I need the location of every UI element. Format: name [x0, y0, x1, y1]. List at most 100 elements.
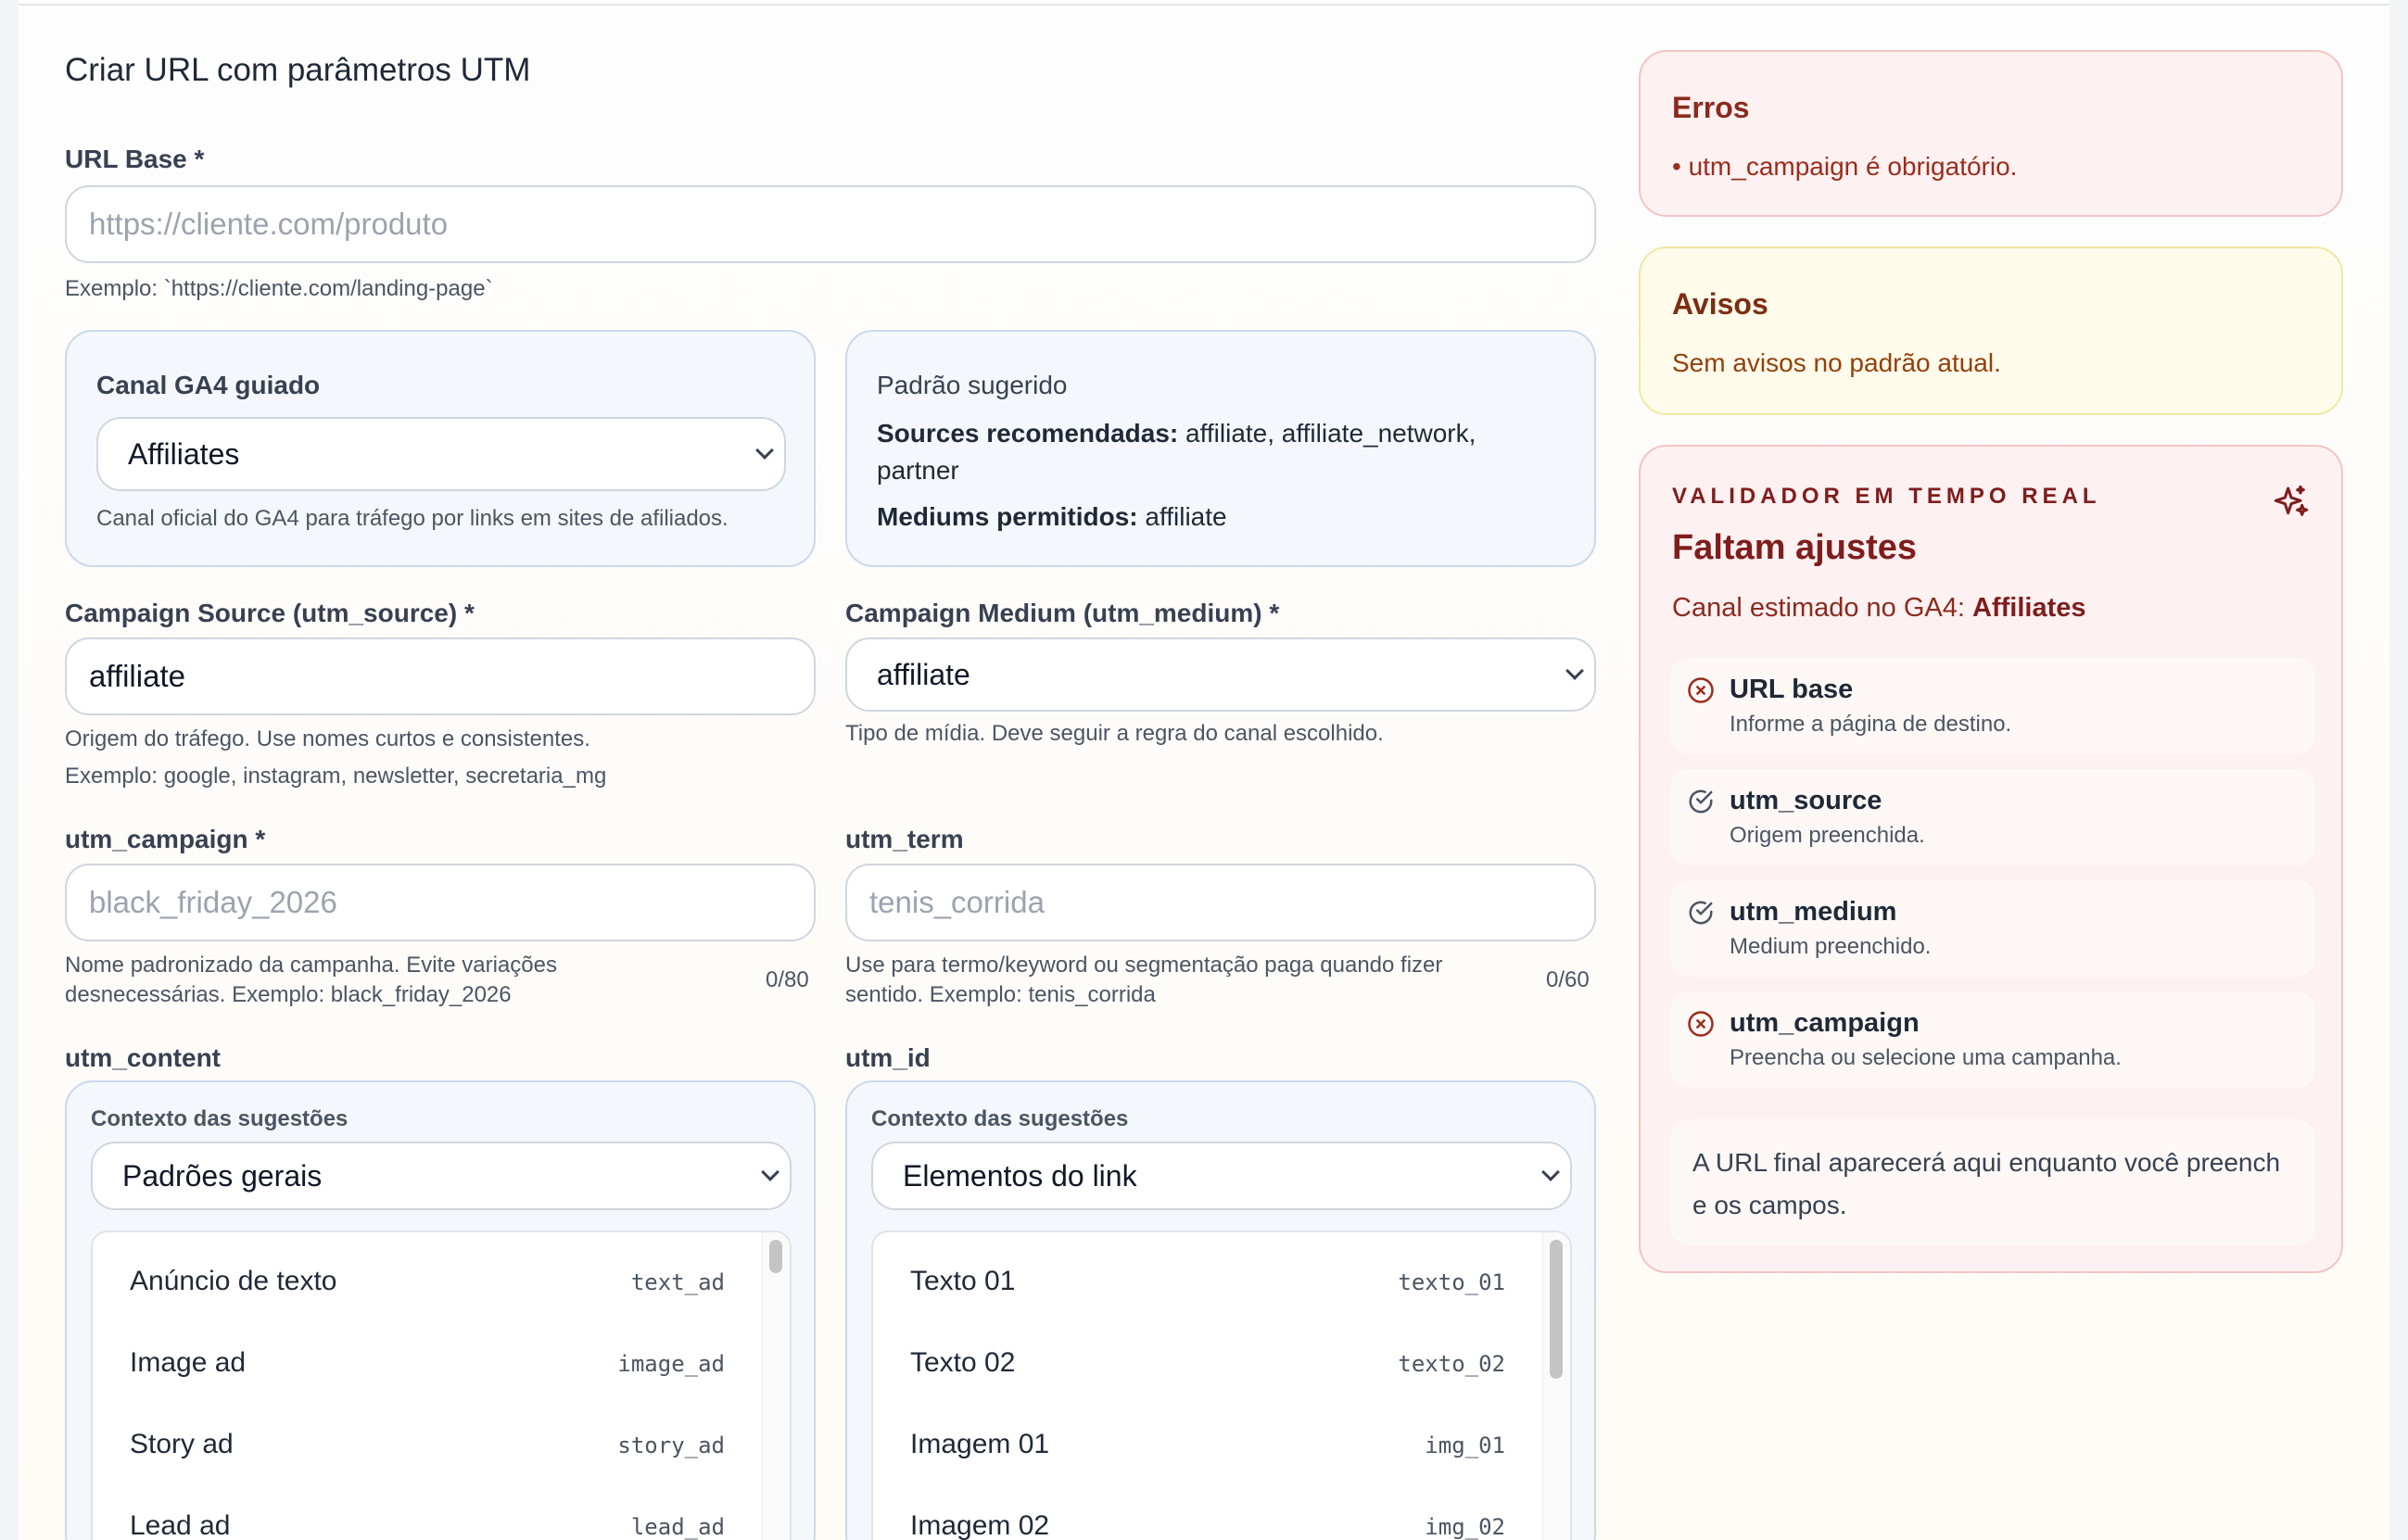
realtime-validator: VALIDADOR EM TEMPO REAL Faltam ajustes C… — [1639, 445, 2343, 1273]
list-item-code: img_01 — [1425, 1433, 1505, 1458]
utm-id-label: utm_id — [845, 1043, 931, 1072]
utm-content-context-select[interactable]: Padrões gerais — [91, 1142, 792, 1210]
check-sub: Origem preenchida. — [1730, 823, 1925, 848]
validator-channel-prefix: Canal estimado no GA4: — [1672, 593, 1965, 623]
check-utm-campaign: utm_campaign Preencha ou selecione uma c… — [1670, 991, 2315, 1088]
list-item-label: Imagem 02 — [910, 1510, 1050, 1540]
scrollbar[interactable] — [1542, 1232, 1570, 1540]
utm-term-counter: 0/60 — [1546, 967, 1590, 992]
pattern-mediums: Mediums permitidos: affiliate — [877, 499, 1544, 536]
channel-select[interactable]: Affiliates — [96, 417, 786, 491]
utm-campaign-placeholder: black_friday_2026 — [89, 885, 337, 919]
list-item-label: Lead ad — [130, 1510, 231, 1540]
utm-source-help-1: Origem do tráfego. Use nomes curtos e co… — [65, 726, 590, 751]
utm-medium-label: Campaign Medium (utm_medium) * — [845, 599, 1280, 627]
list-item[interactable]: Anúncio de texto text_ad — [93, 1242, 760, 1323]
validator-heading: Faltam ajustes — [1672, 528, 1917, 567]
check-sub: Informe a página de destino. — [1730, 712, 2012, 737]
list-item[interactable]: Texto 01 texto_01 — [873, 1242, 1540, 1323]
utm-source-value: affiliate — [89, 659, 185, 693]
utm-term-placeholder: tenis_corrida — [869, 885, 1045, 919]
utm-term-input[interactable]: tenis_corrida — [845, 864, 1596, 941]
validator-kicker: VALIDADOR EM TEMPO REAL — [1672, 484, 2101, 509]
utm-source-input[interactable]: affiliate — [65, 637, 816, 715]
utm-content-suggestions: Contexto das sugestões Padrões gerais An… — [65, 1080, 816, 1540]
utm-id-context-select[interactable]: Elementos do link — [871, 1142, 1572, 1210]
list-item-code: image_ad — [617, 1351, 725, 1377]
chevron-down-icon — [1565, 662, 1584, 680]
utm-content-context-value: Padrões gerais — [122, 1158, 323, 1193]
channel-card-title: Canal GA4 guiado — [96, 371, 321, 399]
sparkle-icon — [2274, 485, 2309, 516]
utm-source-help-2: Exemplo: google, instagram, newsletter, … — [65, 764, 607, 789]
scrollbar-thumb[interactable] — [769, 1240, 782, 1273]
pattern-card: Padrão sugerido Sources recomendadas: af… — [845, 330, 1596, 567]
errors-title: Erros — [1672, 91, 1750, 124]
errors-panel: Erros • utm_campaign é obrigatório. — [1639, 50, 2343, 217]
list-item-code: text_ad — [630, 1269, 725, 1295]
chevron-down-icon — [755, 441, 774, 460]
url-base-help: Exemplo: `https://cliente.com/landing-pa… — [65, 276, 493, 301]
error-circle-icon — [1688, 1011, 1714, 1037]
utm-medium-select[interactable]: affiliate — [845, 637, 1596, 712]
right-gutter — [2389, 0, 2408, 1540]
url-base-placeholder: https://cliente.com/produto — [89, 207, 449, 241]
list-item-label: Anúncio de texto — [130, 1266, 337, 1296]
scrollbar-thumb[interactable] — [1550, 1240, 1563, 1379]
utm-campaign-counter: 0/80 — [766, 967, 809, 992]
check-title: utm_source — [1730, 786, 1882, 815]
utm-medium-help: Tipo de mídia. Deve seguir a regra do ca… — [845, 721, 1384, 746]
url-base-label: URL Base * — [65, 145, 205, 173]
final-url-preview: A URL final aparecerá aqui enquanto você… — [1670, 1119, 2315, 1245]
list-item[interactable]: Texto 02 texto_02 — [873, 1323, 1540, 1405]
utm-content-list: Anúncio de texto text_ad Image ad image_… — [91, 1231, 792, 1540]
check-title: utm_campaign — [1730, 1008, 1920, 1038]
utm-campaign-input[interactable]: black_friday_2026 — [65, 864, 816, 941]
list-item-label: Imagem 01 — [910, 1429, 1050, 1459]
page-title: Criar URL com parâmetros UTM — [65, 52, 531, 88]
list-item-code: texto_02 — [1398, 1351, 1505, 1377]
pattern-mediums-value: affiliate — [1145, 502, 1227, 531]
page-canvas: Criar URL com parâmetros UTM URL Base * … — [19, 6, 2389, 1540]
utm-id-suggestions: Contexto das sugestões Elementos do link… — [845, 1080, 1596, 1540]
check-circle-icon — [1689, 789, 1713, 814]
warnings-title: Avisos — [1672, 287, 1768, 321]
warnings-panel: Avisos Sem avisos no padrão atual. — [1639, 246, 2343, 415]
utm-content-label: utm_content — [65, 1043, 221, 1072]
list-item-label: Texto 01 — [910, 1266, 1016, 1296]
utm-id-context-value: Elementos do link — [903, 1158, 1137, 1193]
list-item-code: texto_01 — [1398, 1269, 1505, 1295]
utm-campaign-help: Nome padronizado da campanha. Evite vari… — [65, 953, 557, 1007]
list-item-label: Image ad — [130, 1347, 247, 1378]
left-gutter — [0, 0, 19, 1540]
check-circle-icon — [1689, 901, 1713, 925]
pattern-sources-label: Sources recomendadas: — [877, 419, 1179, 448]
check-utm-source: utm_source Origem preenchida. — [1670, 769, 2315, 865]
errors-item: • utm_campaign é obrigatório. — [1672, 152, 2018, 181]
check-title: utm_medium — [1730, 897, 1897, 927]
list-item-code: story_ad — [617, 1433, 725, 1458]
list-item[interactable]: Image ad image_ad — [93, 1323, 760, 1405]
scrollbar[interactable] — [762, 1232, 790, 1540]
utm-source-label: Campaign Source (utm_source) * — [65, 599, 475, 627]
utm-medium-value: affiliate — [877, 657, 970, 691]
channel-help: Canal oficial do GA4 para tráfego por li… — [96, 506, 729, 531]
list-item-code: lead_ad — [630, 1514, 725, 1540]
url-base-input[interactable]: https://cliente.com/produto — [65, 185, 1596, 263]
chevron-down-icon — [1541, 1163, 1560, 1181]
list-item[interactable]: Lead ad lead_ad — [93, 1486, 760, 1540]
list-item[interactable]: Imagem 02 img_02 — [873, 1486, 1540, 1540]
utm-term-label: utm_term — [845, 825, 964, 853]
pattern-sources: Sources recomendadas: affiliate, affilia… — [877, 415, 1544, 489]
validator-channel-value: Affiliates — [1972, 593, 2086, 623]
list-item-label: Texto 02 — [910, 1347, 1016, 1378]
list-item[interactable]: Story ad story_ad — [93, 1405, 760, 1486]
error-circle-icon — [1688, 677, 1714, 703]
list-item[interactable]: Imagem 01 img_01 — [873, 1405, 1540, 1486]
warnings-text: Sem avisos no padrão atual. — [1672, 348, 2001, 377]
check-url-base: URL base Informe a página de destino. — [1670, 658, 2315, 754]
chevron-down-icon — [761, 1163, 779, 1181]
utm-id-context-label: Contexto das sugestões — [871, 1106, 1129, 1131]
utm-id-list: Texto 01 texto_01 Texto 02 texto_02 Imag… — [871, 1231, 1572, 1540]
list-item-label: Story ad — [130, 1429, 234, 1459]
